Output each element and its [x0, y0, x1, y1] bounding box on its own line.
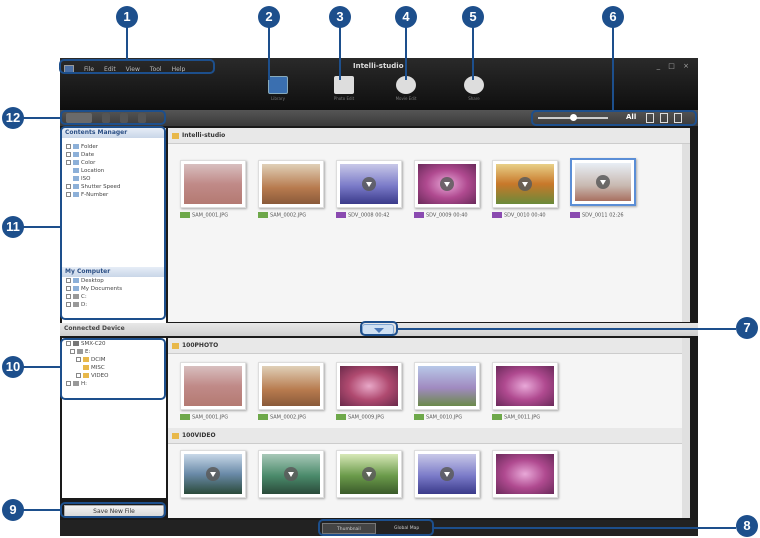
- thumbnail-sdv-0009[interactable]: [414, 160, 480, 208]
- movie-edit-label: Movie Edit: [395, 96, 417, 101]
- callout-leader-11: [22, 226, 60, 228]
- callout-4: 4: [395, 6, 417, 28]
- play-icon: [206, 467, 220, 481]
- device-caption-sam-0002: SAM_0002.JPG: [258, 414, 306, 421]
- folder-icon: [172, 133, 179, 139]
- thumbnail-sdv-0008[interactable]: [336, 160, 402, 208]
- callout-leader-5: [472, 26, 474, 80]
- photo-edit-icon: [334, 76, 354, 94]
- callout-leader-6: [612, 26, 614, 110]
- thumbnail-sdv-0011-selected[interactable]: [570, 158, 636, 206]
- caption-sdv-0009: SDV_0009 00:40: [414, 212, 468, 219]
- play-icon: [518, 177, 532, 191]
- photo-edit-label: Photo Edit: [333, 96, 355, 101]
- callout-frame-view-controls: [531, 110, 697, 126]
- play-icon: [596, 175, 610, 189]
- callout-10: 10: [2, 356, 24, 378]
- library-scrollbar[interactable]: [682, 144, 690, 322]
- device-thumb-sam-0010[interactable]: [414, 362, 480, 410]
- photo-folder-header: 100PHOTO: [168, 338, 690, 354]
- folder-icon: [172, 433, 179, 439]
- callout-12: 12: [2, 107, 24, 129]
- play-icon: [440, 467, 454, 481]
- callout-leader-7: [398, 328, 736, 330]
- callout-leader-9: [22, 509, 60, 511]
- callout-frame-collapse: [360, 321, 398, 336]
- play-icon: [284, 467, 298, 481]
- device-video-thumb-3[interactable]: [336, 450, 402, 498]
- device-caption-sam-0011: SAM_0011.JPG: [492, 414, 540, 421]
- device-caption-sam-0001: SAM_0001.JPG: [180, 414, 228, 421]
- library-content-area: Intelli-studio SAM_0001.JPG SAM_0002.JPG…: [168, 128, 690, 322]
- callout-leader-2: [268, 26, 270, 80]
- thumbnail-sam-0002[interactable]: [258, 160, 324, 208]
- callout-7: 7: [736, 317, 758, 339]
- movie-edit-mode-button[interactable]: Movie Edit: [386, 76, 426, 108]
- thumbnail-sam-0001[interactable]: [180, 160, 246, 208]
- caption-sdv-0010: SDV_0010 00:40: [492, 212, 546, 219]
- device-scrollbar[interactable]: [682, 338, 690, 518]
- caption-sam-0002: SAM_0002.JPG: [258, 212, 306, 219]
- device-video-thumb-5[interactable]: [492, 450, 558, 498]
- photo-edit-mode-button[interactable]: Photo Edit: [324, 76, 364, 108]
- device-caption-sam-0010: SAM_0010.JPG: [414, 414, 462, 421]
- share-label: Share: [468, 96, 480, 101]
- callout-1: 1: [116, 6, 138, 28]
- window-controls[interactable]: _ □ ×: [657, 62, 692, 70]
- callout-frame-nav: [60, 110, 166, 125]
- callout-leader-3: [339, 26, 341, 80]
- device-thumb-sam-0001[interactable]: [180, 362, 246, 410]
- share-globe-icon: [464, 76, 484, 94]
- callout-frame-menu: [59, 59, 215, 74]
- share-mode-button[interactable]: Share: [454, 76, 494, 108]
- callout-8: 8: [736, 515, 758, 537]
- device-thumb-sam-0002[interactable]: [258, 362, 324, 410]
- library-folder-header: Intelli-studio: [168, 128, 690, 144]
- callout-frame-device-tree: [60, 338, 166, 400]
- callout-2: 2: [258, 6, 280, 28]
- connected-device-title: Connected Device: [64, 325, 125, 332]
- caption-sam-0001: SAM_0001.JPG: [180, 212, 228, 219]
- callout-leader-1: [126, 26, 128, 60]
- callout-leader-12: [22, 117, 60, 119]
- device-thumb-sam-0011[interactable]: [492, 362, 558, 410]
- callout-frame-save: [60, 502, 166, 518]
- callout-frame-status-buttons: [318, 519, 434, 536]
- callout-5: 5: [462, 6, 484, 28]
- app-brand: Intelli-studio: [353, 62, 404, 70]
- callout-frame-contents-panel: [60, 126, 166, 320]
- device-video-thumb-1[interactable]: [180, 450, 246, 498]
- caption-sdv-0011: SDV_0011 02:26: [570, 212, 624, 219]
- callout-9: 9: [2, 499, 24, 521]
- callout-leader-8: [434, 527, 736, 529]
- callout-leader-10: [22, 366, 60, 368]
- thumbnail-sdv-0010[interactable]: [492, 160, 558, 208]
- device-video-thumb-2[interactable]: [258, 450, 324, 498]
- device-thumb-sam-0009[interactable]: [336, 362, 402, 410]
- play-icon: [362, 177, 376, 191]
- device-video-thumb-4[interactable]: [414, 450, 480, 498]
- library-icon: [268, 76, 288, 94]
- play-icon: [440, 177, 454, 191]
- callout-6: 6: [602, 6, 624, 28]
- video-folder-header: 100VIDEO: [168, 428, 682, 444]
- callout-11: 11: [2, 216, 24, 238]
- play-icon: [362, 467, 376, 481]
- library-mode-button[interactable]: Library: [258, 76, 298, 108]
- device-content-area: 100PHOTO SAM_0001.JPG SAM_0002.JPG SAM_0…: [168, 338, 690, 518]
- caption-sdv-0008: SDV_0008 00:42: [336, 212, 390, 219]
- library-label: Library: [271, 96, 285, 101]
- callout-3: 3: [329, 6, 351, 28]
- folder-icon: [172, 343, 179, 349]
- device-caption-sam-0009: SAM_0009.JPG: [336, 414, 384, 421]
- callout-leader-4: [405, 26, 407, 80]
